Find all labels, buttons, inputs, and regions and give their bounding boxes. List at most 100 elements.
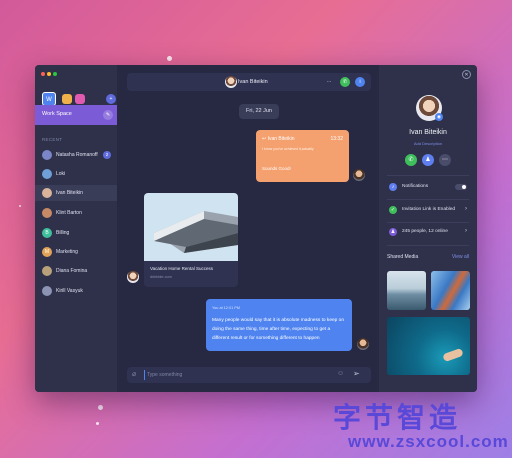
message-bubble-blue[interactable]: You at 12:01 PM Many people would say th… [206,299,352,351]
text-cursor [144,370,145,380]
chat-header-name: Ivan Biteikin [238,79,268,85]
link-preview-card[interactable]: Vacation Home Rental Success dribbble.co… [144,193,238,287]
chat-panel: Ivan Biteikin ⋯ ✆ i Fri, 22 Jun ↩ Ivan B… [117,65,379,392]
contact-name: Loki [56,171,66,177]
message-time: You at 12:01 PM [212,306,240,310]
background-dot [96,422,99,425]
contact-name: Natasha Romanoff [56,152,98,158]
divider [387,175,469,176]
message-bubble-orange[interactable]: ↩ Ivan Biteikin 13:32 I know you've achi… [256,130,349,182]
contact-name: Kirill Vasyuk [56,288,83,294]
avatar: B [42,228,52,238]
avatar: M [42,247,52,257]
minimize-window-dot[interactable] [47,72,51,76]
contact-item[interactable]: Kirill Vasyuk [35,283,117,299]
message-text: Many people would say that it is absolut… [212,318,344,341]
emoji-icon[interactable]: ☺ [337,370,344,377]
contact-name: Klint Barton [56,210,82,216]
close-icon[interactable]: ✕ [462,70,471,79]
avatar [127,271,139,283]
message-time: 13:32 [330,136,343,142]
camera-icon[interactable]: ◉ [435,113,443,121]
chat-app-window: W + Work Space ✎ RECENT Natasha Romanoff… [35,65,477,392]
avatar [42,150,52,160]
notifications-label: Notifications [402,184,429,189]
profile-panel: ✕ ◉ Ivan Biteikin Add Description ✆ ♟ ⋯ … [379,65,477,392]
send-icon[interactable]: ➢ [353,369,360,378]
divider [387,245,469,246]
add-user-icon[interactable]: ♟ [422,154,434,166]
watermark-url: www.zsxcool.com [348,432,509,451]
avatar [42,266,52,276]
more-icon[interactable]: ⋯ [439,154,451,166]
members-row[interactable]: ♟ 245 people, 12 online › [387,226,471,240]
call-icon[interactable]: ✆ [405,154,417,166]
shared-media-thumbnail[interactable] [387,271,426,310]
avatar [42,208,52,218]
add-description-link[interactable]: Add Description [379,141,477,146]
maximize-window-dot[interactable] [53,72,57,76]
call-icon[interactable]: ✆ [340,77,350,87]
link-title: Vacation Home Rental Success [150,266,213,271]
building-image [144,193,238,261]
avatar [42,188,52,198]
workspace-row[interactable]: Work Space ✎ [35,105,117,125]
bell-icon: ♪ [389,183,397,191]
add-workspace-button[interactable]: + [106,94,116,104]
close-window-dot[interactable] [41,72,45,76]
workspace-pink-button[interactable] [75,94,85,104]
avatar [353,169,365,181]
contact-item-selected[interactable]: Ivan Biteikin [35,185,117,201]
chat-header: Ivan Biteikin ⋯ ✆ i [127,73,371,91]
chevron-right-icon: › [465,228,467,234]
link-source: dribbble.com [150,275,172,279]
background-dot [167,56,172,61]
workspace-yellow-button[interactable] [62,94,72,104]
profile-name: Ivan Biteikin [409,129,447,136]
background-dot [19,205,21,207]
shared-media-heading: Shared Media [387,254,419,260]
watermark-chinese: 字节智造 [333,401,462,434]
message-input[interactable] [147,371,327,379]
reply-author: ↩ Ivan Biteikin [262,136,295,142]
notifications-toggle[interactable] [455,184,467,190]
avatar [357,338,369,350]
background-dot [98,405,103,410]
workspace-w-button[interactable]: W [42,92,56,106]
unread-badge: 2 [103,151,111,159]
more-icon[interactable]: ⋯ [324,77,334,87]
invitation-label: Invitation Link is Enabled [402,207,456,212]
contact-item[interactable]: Loki [35,166,117,182]
edit-icon[interactable]: ✎ [103,110,113,120]
contact-item[interactable]: Natasha Romanoff 2 [35,147,117,163]
invitation-row[interactable]: ✓ Invitation Link is Enabled › [387,204,471,218]
contact-name: Marketing [56,249,78,255]
quoted-text: I know you've achieved it,actually [262,147,314,151]
contact-name: Ivan Biteikin [56,190,83,196]
message-text: Sounds Good! [262,166,291,171]
date-divider: Fri, 22 Jun [239,104,279,119]
hand-shape [442,347,464,363]
info-icon[interactable]: i [355,77,365,87]
link-icon: ✓ [389,206,397,214]
members-label: 245 people, 12 online [402,229,448,234]
view-all-link[interactable]: View all [452,254,469,260]
contact-item[interactable]: M Marketing [35,244,117,260]
attach-icon[interactable]: ⌀ [132,370,136,378]
contact-item[interactable]: B Billing [35,225,117,241]
shared-media-thumbnail[interactable] [431,271,470,310]
recent-heading: RECENT [42,137,63,142]
workspace-label: Work Space [42,111,72,117]
divider [387,199,469,200]
people-icon: ♟ [389,228,397,236]
avatar [42,169,52,179]
contact-name: Billing [56,230,70,236]
message-composer: ⌀ ☺ ➢ [127,367,371,383]
contact-item[interactable]: Klint Barton [35,205,117,221]
shared-media-thumbnail[interactable] [387,317,470,375]
contact-item[interactable]: Diana Fomina [35,263,117,279]
divider [387,222,469,223]
chevron-right-icon: › [465,206,467,212]
notifications-row[interactable]: ♪ Notifications [387,181,471,195]
sidebar: W + Work Space ✎ RECENT Natasha Romanoff… [35,65,117,392]
